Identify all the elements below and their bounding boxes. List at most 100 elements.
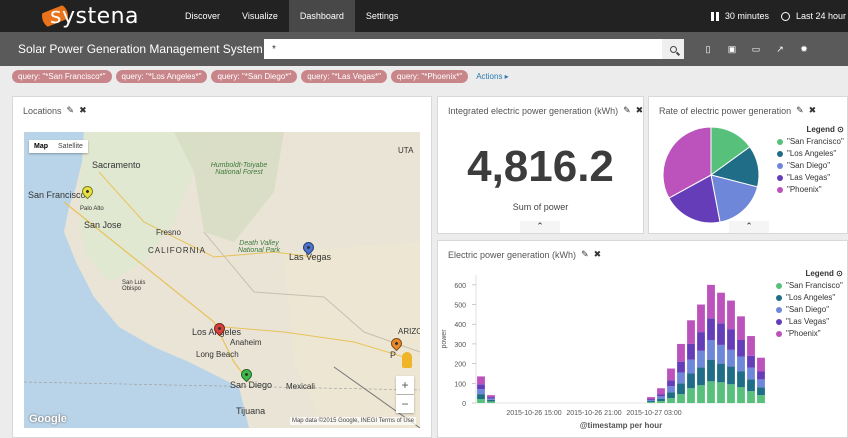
filter-pill[interactable]: query: "*San Francisco*" [12, 69, 112, 83]
settings-gear-icon[interactable]: ✹ [792, 39, 816, 59]
legend-item[interactable]: "San Diego" [776, 305, 843, 314]
chevron-up-icon[interactable]: ⌃ [729, 221, 769, 233]
bar-segment[interactable] [677, 343, 685, 362]
legend-item[interactable]: "Las Vegas" [776, 317, 843, 326]
close-icon[interactable]: ✖ [636, 105, 644, 116]
bar-segment[interactable] [757, 387, 765, 396]
bar-segment[interactable] [737, 371, 745, 388]
zoom-out-button[interactable]: − [396, 395, 414, 413]
pegman-icon[interactable] [402, 352, 412, 368]
open-dashboard-icon[interactable]: ▭ [744, 39, 768, 59]
filter-pill[interactable]: query: "*San Diego*" [211, 69, 298, 83]
bar-segment[interactable] [487, 395, 495, 398]
bar-segment[interactable] [657, 396, 665, 399]
time-range[interactable]: Last 24 hour [796, 11, 846, 21]
brand-logo[interactable]: systena [42, 1, 152, 31]
bar-segment[interactable] [707, 284, 715, 319]
bar-segment[interactable] [477, 389, 485, 395]
bar-segment[interactable] [647, 401, 655, 403]
search-button[interactable] [662, 39, 684, 59]
bar-segment[interactable] [697, 304, 705, 333]
bar-segment[interactable] [487, 397, 495, 399]
bar-segment[interactable] [747, 391, 755, 403]
bar-segment[interactable] [717, 382, 725, 403]
bar-segment[interactable] [757, 371, 765, 380]
chevron-up-icon[interactable]: ⌃ [520, 221, 560, 233]
map-tab[interactable]: Map [29, 140, 53, 153]
map-attribution[interactable]: Map data ©2015 Google, INEGI Terms of Us… [289, 417, 416, 425]
legend-item[interactable]: "San Francisco" [776, 281, 843, 290]
legend-item[interactable]: "San Francisco" [777, 137, 844, 146]
bar-segment[interactable] [747, 367, 755, 380]
bar-segment[interactable] [757, 357, 765, 372]
bar-segment[interactable] [707, 318, 715, 340]
edit-pencil-icon[interactable]: ✎ [623, 105, 631, 116]
bar-segment[interactable] [667, 380, 675, 387]
legend-title[interactable]: Legend ⊙ [777, 125, 843, 134]
edit-pencil-icon[interactable]: ✎ [796, 105, 804, 116]
nav-visualize[interactable]: Visualize [231, 0, 289, 32]
search-input[interactable]: * [264, 39, 662, 59]
filter-pill[interactable]: query: "*Phoenix*" [390, 69, 469, 83]
bar-segment[interactable] [727, 384, 735, 403]
bar-segment[interactable] [757, 379, 765, 388]
bar-segment[interactable] [667, 368, 675, 381]
bar-segment[interactable] [707, 339, 715, 360]
legend-item[interactable]: "Phoenix" [776, 329, 843, 338]
refresh-interval[interactable]: 30 minutes [725, 11, 769, 21]
legend-item[interactable]: "Los Angeles" [776, 293, 843, 302]
bar-segment[interactable] [647, 397, 655, 400]
bar-segment[interactable] [677, 394, 685, 403]
bar-segment[interactable] [727, 349, 735, 367]
bar-segment[interactable] [647, 400, 655, 402]
close-icon[interactable]: ✖ [79, 105, 87, 116]
legend-item[interactable]: "Los Angeles" [777, 149, 844, 158]
new-dashboard-icon[interactable]: ▯ [696, 39, 720, 59]
bar-segment[interactable] [687, 320, 695, 344]
legend-item[interactable]: "San Diego" [777, 161, 844, 170]
close-icon[interactable]: ✖ [594, 249, 602, 260]
bar-segment[interactable] [647, 399, 655, 401]
bar-segment[interactable] [747, 336, 755, 356]
bar-segment[interactable] [697, 332, 705, 351]
bar-segment[interactable] [727, 329, 735, 350]
bar-segment[interactable] [737, 356, 745, 372]
bar-segment[interactable] [697, 350, 705, 368]
bar-segment[interactable] [717, 344, 725, 364]
legend-title[interactable]: Legend ⊙ [776, 269, 842, 278]
bar-segment[interactable] [747, 379, 755, 392]
zoom-in-button[interactable]: + [396, 376, 414, 394]
bar-segment[interactable] [657, 394, 665, 397]
close-icon[interactable]: ✖ [809, 105, 817, 116]
legend-item[interactable]: "Phoenix" [777, 185, 844, 194]
bar-segment[interactable] [687, 359, 695, 374]
nav-settings[interactable]: Settings [355, 0, 410, 32]
bar-segment[interactable] [487, 401, 495, 403]
bar-segment[interactable] [717, 292, 725, 324]
bar-segment[interactable] [657, 388, 665, 395]
bar-segment[interactable] [657, 398, 665, 402]
bar-segment[interactable] [757, 395, 765, 403]
bar-segment[interactable] [727, 366, 735, 385]
bar-segment[interactable] [737, 316, 745, 340]
bar-segment[interactable] [717, 363, 725, 383]
filter-pill[interactable]: query: "*Los Angeles*" [115, 69, 208, 83]
bar-segment[interactable] [697, 367, 705, 386]
bar-segment[interactable] [487, 398, 495, 400]
bar-segment[interactable] [707, 359, 715, 382]
edit-pencil-icon[interactable]: ✎ [581, 249, 589, 260]
pause-icon[interactable] [710, 11, 719, 21]
share-dashboard-icon[interactable]: ↗ [768, 39, 792, 59]
nav-dashboard[interactable]: Dashboard [288, 0, 355, 32]
bar-segment[interactable] [677, 383, 685, 395]
bar-segment[interactable] [687, 388, 695, 403]
bar-segment[interactable] [697, 385, 705, 403]
bar-segment[interactable] [477, 394, 485, 400]
bar-segment[interactable] [677, 361, 685, 373]
bar-segment[interactable] [687, 373, 695, 389]
legend-item[interactable]: "Las Vegas" [777, 173, 844, 182]
save-dashboard-icon[interactable]: ▣ [720, 39, 744, 59]
bar-segment[interactable] [727, 300, 735, 330]
bar-segment[interactable] [747, 355, 755, 368]
filter-actions-link[interactable]: Actions ▸ [476, 72, 508, 81]
